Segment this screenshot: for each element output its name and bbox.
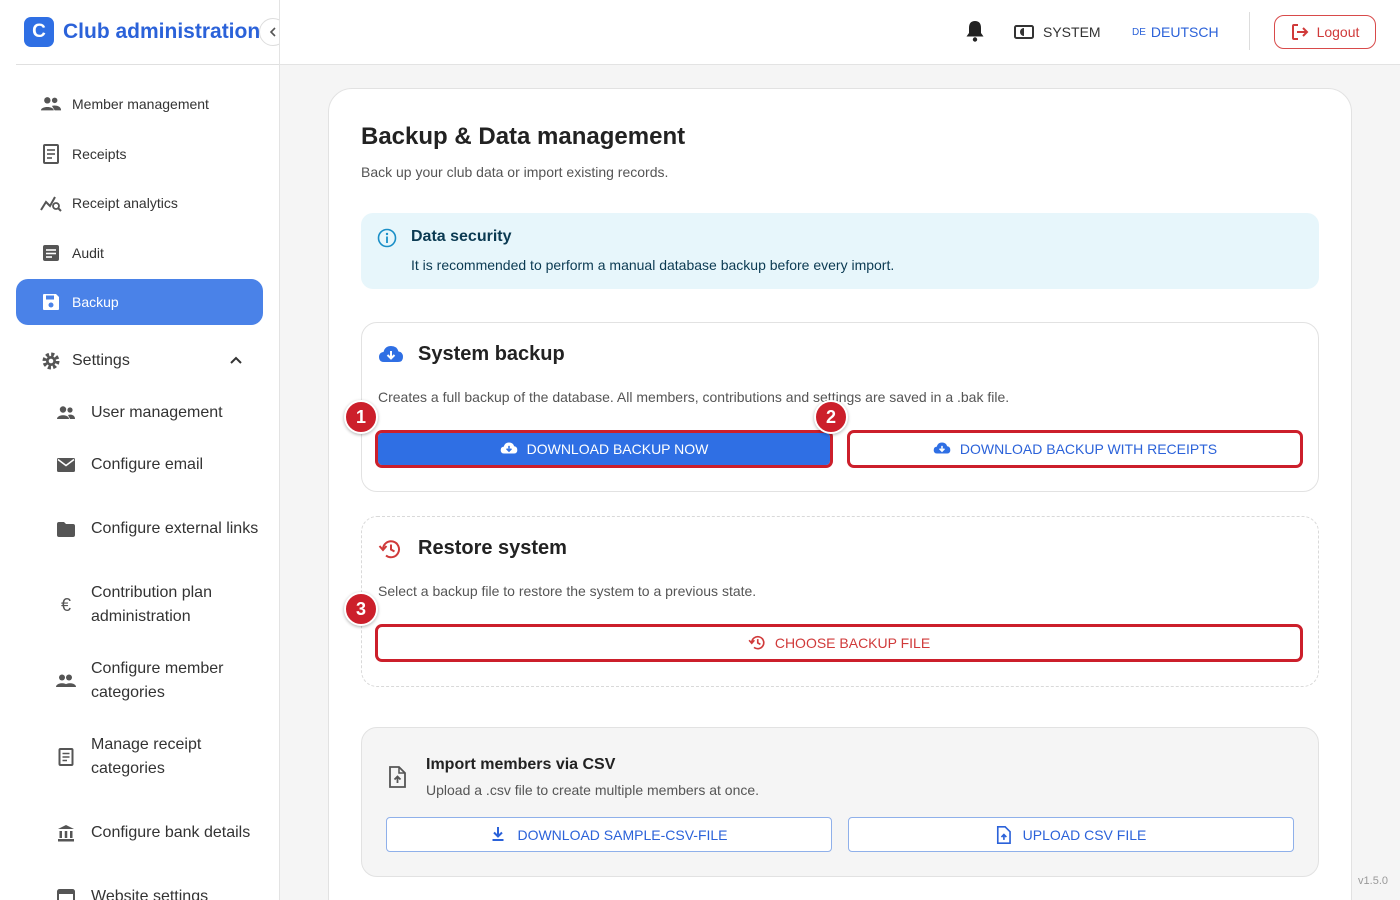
brand-title: Club administration bbox=[63, 20, 261, 43]
annotation-marker-3: 3 bbox=[344, 592, 378, 626]
brand-logo: C bbox=[24, 17, 54, 47]
history-icon bbox=[378, 538, 402, 562]
page-subtitle: Back up your club data or import existin… bbox=[361, 164, 669, 180]
sidebar-item-user-management[interactable]: User management bbox=[16, 401, 263, 425]
topbar: SYSTEM DE DEUTSCH Logout bbox=[280, 0, 1400, 65]
gear-icon bbox=[40, 350, 62, 372]
logout-button[interactable]: Logout bbox=[1274, 15, 1376, 49]
sidebar-item-configure-email[interactable]: Configure email bbox=[16, 453, 263, 477]
sidebar-item-label: Backup bbox=[72, 294, 119, 310]
sidebar-item-label: Configure bank details bbox=[91, 824, 251, 841]
data-security-alert: Data security It is recommended to perfo… bbox=[361, 213, 1319, 289]
sidebar-item-audit[interactable]: Audit bbox=[16, 230, 263, 276]
sidebar-item-label: Receipts bbox=[72, 146, 127, 162]
folder-icon bbox=[56, 519, 76, 539]
sidebar-item-label: Configure email bbox=[91, 456, 204, 473]
people-icon bbox=[40, 93, 62, 115]
sidebar-item-label: Configure external links bbox=[91, 520, 259, 537]
sidebar-item-label: Receipt analytics bbox=[72, 195, 178, 211]
analytics-icon bbox=[40, 192, 62, 214]
import-text: Upload a .csv file to create multiple me… bbox=[426, 782, 760, 798]
page-title: Backup & Data management bbox=[361, 123, 686, 150]
system-label: SYSTEM bbox=[1043, 24, 1101, 40]
language-flag: DE bbox=[1132, 26, 1146, 38]
sidebar-item-bank-details[interactable]: Configure bank details bbox=[16, 809, 263, 857]
cloud-download-icon bbox=[933, 440, 951, 458]
sidebar-item-label: Manage receipt categories bbox=[91, 736, 202, 777]
chevron-up-icon bbox=[229, 352, 243, 370]
sidebar-item-label: Contribution plan administration bbox=[91, 584, 212, 625]
language-button[interactable]: DE DEUTSCH bbox=[1132, 20, 1219, 44]
sidebar-item-website-settings[interactable]: Website settings bbox=[16, 885, 263, 900]
annotation-marker-1: 1 bbox=[344, 400, 378, 434]
cloud-download-icon bbox=[378, 344, 403, 368]
sidebar-settings-toggle[interactable]: Settings bbox=[16, 338, 263, 384]
sidebar-item-member-management[interactable]: Member management bbox=[16, 81, 263, 127]
document-icon bbox=[40, 242, 62, 264]
bank-icon bbox=[56, 823, 76, 843]
section-title: Restore system bbox=[418, 537, 567, 559]
button-label: CHOOSE BACKUP FILE bbox=[774, 635, 931, 651]
download-backup-with-receipts-button[interactable]: DOWNLOAD BACKUP WITH RECEIPTS bbox=[847, 430, 1303, 468]
button-label: DOWNLOAD SAMPLE-CSV-FILE bbox=[517, 826, 728, 843]
info-icon bbox=[377, 228, 397, 248]
user-group-icon bbox=[56, 403, 76, 423]
import-csv-section: Import members via CSV Upload a .csv fil… bbox=[361, 727, 1319, 877]
sidebar-item-configure-external-links[interactable]: Configure external links bbox=[16, 505, 263, 553]
system-icon bbox=[1014, 24, 1034, 40]
sidebar-item-backup[interactable]: Backup bbox=[16, 279, 263, 325]
file-upload-icon bbox=[388, 766, 408, 788]
choose-backup-file-button[interactable]: CHOOSE BACKUP FILE bbox=[375, 624, 1303, 662]
button-label: UPLOAD CSV FILE bbox=[1022, 826, 1147, 843]
chevron-left-icon bbox=[269, 27, 276, 37]
upload-csv-button[interactable]: UPLOAD CSV FILE bbox=[848, 817, 1294, 852]
section-title: System backup bbox=[418, 343, 565, 365]
language-label: DEUTSCH bbox=[1150, 24, 1219, 40]
section-text: Creates a full backup of the database. A… bbox=[378, 389, 1010, 405]
button-label: DOWNLOAD BACKUP WITH RECEIPTS bbox=[959, 441, 1218, 457]
alert-text: It is recommended to perform a manual da… bbox=[411, 257, 895, 273]
sidebar-item-label: User management bbox=[91, 404, 223, 421]
logout-label: Logout bbox=[1316, 24, 1360, 40]
cloud-download-icon bbox=[500, 440, 518, 458]
download-backup-now-button[interactable]: DOWNLOAD BACKUP NOW bbox=[375, 430, 833, 468]
sidebar-item-contribution-plan[interactable]: € Contribution plan administration bbox=[16, 581, 263, 629]
import-title: Import members via CSV bbox=[426, 756, 616, 773]
download-sample-csv-button[interactable]: DOWNLOAD SAMPLE-CSV-FILE bbox=[386, 817, 832, 852]
receipt-icon bbox=[40, 143, 62, 165]
people-icon bbox=[56, 671, 76, 691]
button-label: DOWNLOAD BACKUP NOW bbox=[526, 441, 709, 457]
brand: C Club administration bbox=[16, 0, 279, 65]
sidebar-item-label: Member management bbox=[72, 96, 209, 112]
sidebar-item-receipt-analytics[interactable]: Receipt analytics bbox=[16, 180, 263, 226]
sidebar-item-label: Audit bbox=[72, 245, 104, 261]
collapse-sidebar-button[interactable] bbox=[259, 18, 279, 46]
annotation-marker-2: 2 bbox=[814, 400, 848, 434]
sidebar-item-receipts[interactable]: Receipts bbox=[16, 131, 263, 177]
alert-title: Data security bbox=[411, 228, 512, 245]
restore-system-section: Restore system Select a backup file to r… bbox=[361, 516, 1319, 687]
euro-icon: € bbox=[60, 595, 71, 615]
system-button[interactable]: SYSTEM bbox=[1014, 20, 1101, 44]
backup-card: Backup & Data management Back up your cl… bbox=[328, 88, 1352, 900]
notifications-bell-icon[interactable] bbox=[965, 20, 987, 44]
version-label: v1.5.0 bbox=[1358, 875, 1388, 887]
history-icon bbox=[748, 634, 766, 652]
sidebar-item-receipt-categories[interactable]: Manage receipt categories bbox=[16, 733, 263, 781]
sidebar-item-member-categories[interactable]: Configure member categories bbox=[16, 657, 263, 705]
window-icon bbox=[56, 887, 76, 900]
sidebar-settings-label: Settings bbox=[72, 352, 130, 369]
save-icon bbox=[40, 291, 62, 313]
logout-icon bbox=[1291, 23, 1309, 41]
section-text: Select a backup file to restore the syst… bbox=[378, 583, 757, 599]
sidebar-item-label: Configure member categories bbox=[91, 660, 224, 701]
file-upload-icon bbox=[996, 825, 1014, 844]
receipt-icon bbox=[56, 747, 76, 767]
email-icon bbox=[56, 455, 76, 475]
topbar-divider bbox=[1249, 12, 1250, 50]
sidebar: C Club administration Member management … bbox=[0, 0, 280, 900]
sidebar-item-label: Website settings bbox=[91, 888, 209, 900]
download-icon bbox=[490, 826, 508, 844]
